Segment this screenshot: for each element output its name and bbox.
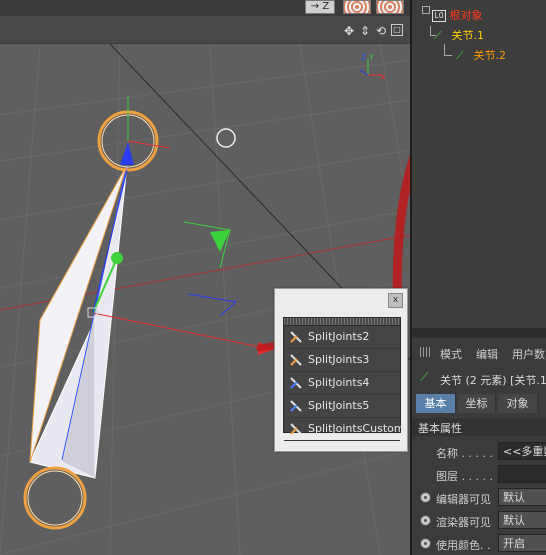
direction-indicator (187, 293, 238, 317)
joint-ring-bottom[interactable] (23, 466, 87, 530)
attribute-manager[interactable]: 模式 编辑 用户数 ⟋ 关节 (2 元素) [关节.1, 基本 坐标 对象 基本… (412, 338, 546, 555)
command-palette[interactable]: x SplitJoints2 SplitJoints3 SplitJoints4… (274, 288, 408, 452)
animate-radio[interactable] (420, 538, 431, 549)
texture-pattern-icon[interactable] (376, 0, 404, 14)
layer-field[interactable] (498, 465, 546, 483)
animate-radio[interactable] (420, 492, 431, 503)
null-object-icon: L0 (432, 10, 446, 22)
tab-coordinates[interactable]: 坐标 (458, 394, 496, 413)
joint-icon: ⟋ (420, 370, 429, 384)
axis-y-label: Y (368, 53, 374, 62)
move-view-icon[interactable]: ✥ (342, 24, 356, 38)
tree-item-label: 根对象 (449, 9, 483, 22)
joint-icon: ⟋ (434, 29, 442, 42)
property-label-render-visible: 渲染器可见 (436, 516, 491, 529)
animate-radio[interactable] (420, 515, 431, 526)
tab-basic[interactable]: 基本 (416, 394, 456, 413)
command-label: SplitJoints2 (308, 330, 370, 343)
tree-item-label: 关节.2 (473, 49, 507, 62)
right-panel: L0 根对象 ⟋ 关节.1 ⟋ 关节.2 模式 编辑 用户数 ⟋ 关节 (2 元… (410, 0, 546, 555)
viewport-toolbar: ✥ ⇕ ⟲ ▢ (0, 16, 410, 44)
command-label: SplitJoints5 (308, 399, 370, 412)
tree-item-joint-2[interactable]: ⟋ 关节.2 (456, 47, 506, 65)
property-label-layer: 图层 . . . . . (436, 470, 493, 483)
split-joints-icon (290, 423, 302, 435)
command-item-split-joints-custom[interactable]: SplitJointsCustom (284, 418, 405, 441)
texture-pattern-icon[interactable] (343, 0, 371, 14)
command-item-split-joints-3[interactable]: SplitJoints3 (284, 349, 400, 372)
attribute-title: 关节 (2 元素) [关节.1, (440, 374, 546, 387)
command-label: SplitJoints4 (308, 376, 370, 389)
3d-viewport[interactable]: Z Y X → Z ✥ ⇕ ⟲ ▢ (0, 0, 410, 555)
light-object[interactable] (216, 128, 236, 148)
menu-user-data[interactable]: 用户数 (512, 346, 545, 362)
axis-z-label: Z (361, 53, 367, 62)
collapse-icon[interactable] (422, 6, 430, 14)
menu-edit[interactable]: 编辑 (476, 346, 498, 362)
use-color-dropdown[interactable]: 开启 (498, 534, 546, 552)
command-item-split-joints-2[interactable]: SplitJoints2 (284, 326, 400, 349)
panel-grip-icon[interactable] (420, 347, 432, 357)
render-visible-dropdown[interactable]: 默认 (498, 511, 546, 529)
section-header: 基本属性 (412, 418, 546, 436)
command-item-split-joints-5[interactable]: SplitJoints5 (284, 395, 400, 418)
viewport-scene[interactable]: Z Y X (0, 0, 410, 555)
split-joints-icon (290, 400, 302, 412)
axis-x-label: X (380, 73, 386, 82)
section-title: 基本属性 (418, 422, 462, 435)
command-label: SplitJointsCustom (308, 422, 405, 435)
rotate-view-icon[interactable]: ⟲ (374, 24, 388, 38)
tree-item-label: 关节.1 (451, 29, 485, 42)
tree-item-root[interactable]: L0 根对象 (432, 7, 483, 25)
name-field[interactable]: <<多重数 (498, 442, 546, 460)
maximize-view-icon[interactable]: ▢ (391, 24, 403, 36)
palette-drag-handle[interactable] (284, 318, 400, 326)
close-button[interactable]: x (388, 293, 403, 308)
menu-mode[interactable]: 模式 (440, 346, 462, 362)
panel-divider[interactable] (412, 328, 546, 338)
object-manager[interactable]: L0 根对象 ⟋ 关节.1 ⟋ 关节.2 (412, 0, 546, 328)
top-joint-gizmo[interactable] (120, 95, 171, 165)
command-label: SplitJoints3 (308, 353, 370, 366)
editor-visible-dropdown[interactable]: 默认 (498, 488, 546, 506)
direction-icon[interactable]: → Z (305, 0, 335, 14)
property-label-use-color: 使用颜色. . (436, 539, 491, 552)
viewport-top-strip: → Z (0, 0, 410, 16)
tab-object[interactable]: 对象 (498, 394, 538, 413)
tree-item-joint-1[interactable]: ⟋ 关节.1 (434, 27, 484, 45)
property-label-name: 名称 . . . . . (436, 447, 493, 460)
split-joints-icon (290, 331, 302, 343)
tree-connector (444, 44, 452, 56)
joint-icon: ⟋ (456, 49, 464, 62)
command-item-split-joints-4[interactable]: SplitJoints4 (284, 372, 400, 395)
split-joints-icon (290, 377, 302, 389)
zoom-view-icon[interactable]: ⇕ (358, 24, 372, 38)
split-joints-icon (290, 354, 302, 366)
command-list: SplitJoints2 SplitJoints3 SplitJoints4 S… (283, 317, 405, 441)
property-label-editor-visible: 编辑器可见 (436, 493, 491, 506)
